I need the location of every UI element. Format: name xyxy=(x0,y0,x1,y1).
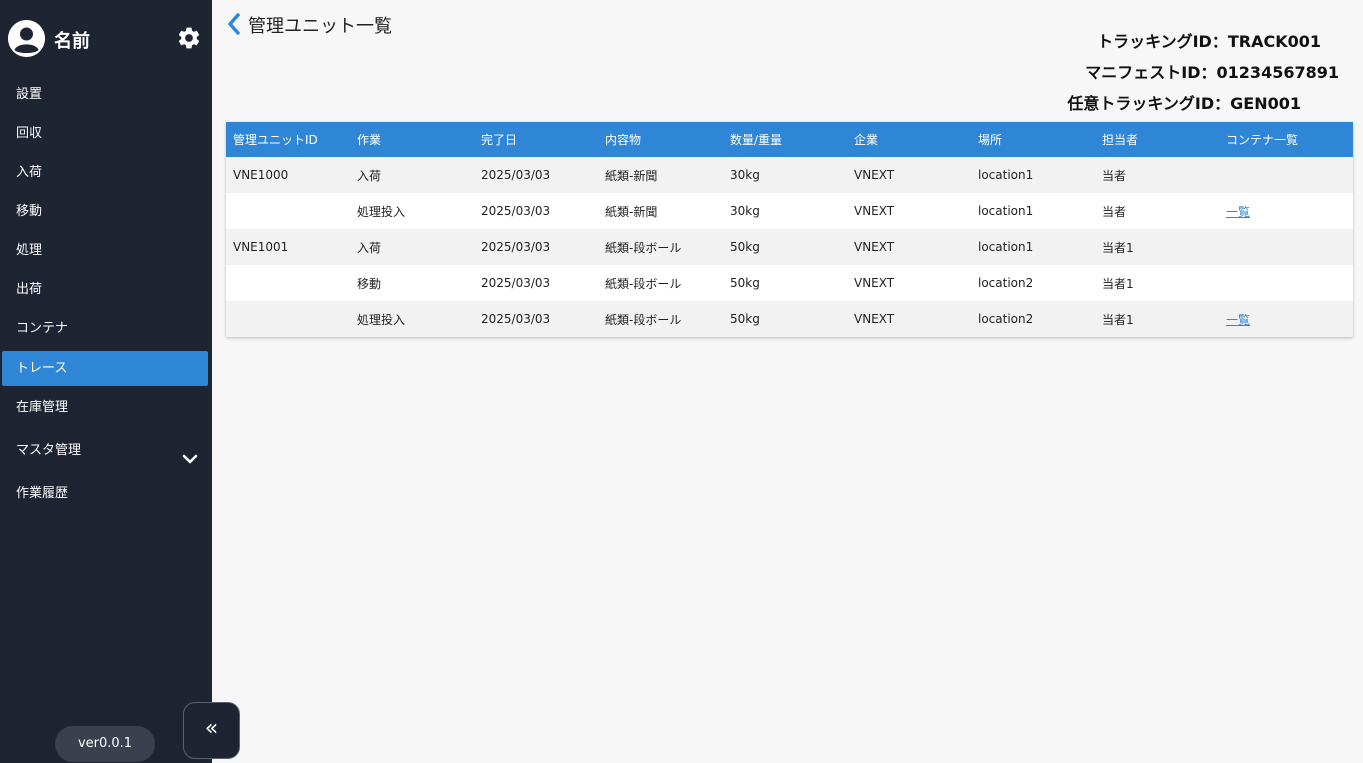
table-cell: VNEXT xyxy=(854,240,895,254)
table-cell: location1 xyxy=(978,168,1034,182)
table-cell: 2025/03/03 xyxy=(481,276,551,290)
sidebar-item-label: 処理 xyxy=(16,243,43,258)
management-unit-table: 管理ユニットID 作業 完了日 内容物 数量/重量 企業 場所 担当者 コンテナ… xyxy=(226,122,1353,337)
table-row: 処理投入 2025/03/03 紙類-新聞 30kg VNEXT locatio… xyxy=(226,193,1353,229)
table-cell: 紙類-新聞 xyxy=(605,204,658,219)
table-cell: VNE1000 xyxy=(233,168,289,182)
table-cell: 処理投入 xyxy=(357,204,406,219)
sidebar-item-label: トレース xyxy=(16,361,68,376)
table-cell: 2025/03/03 xyxy=(481,204,551,218)
column-header: 企業 xyxy=(854,133,879,147)
page-title: 管理ユニット一覧 xyxy=(248,16,392,37)
table-cell: 当者 xyxy=(1102,168,1127,183)
table-cell: 移動 xyxy=(357,276,382,291)
sidebar-item-label: 設置 xyxy=(16,87,43,102)
table-cell xyxy=(1219,157,1353,193)
table-header-row: 管理ユニットID 作業 完了日 内容物 数量/重量 企業 場所 担当者 コンテナ… xyxy=(226,122,1353,157)
column-header: 担当者 xyxy=(1102,133,1139,147)
table-cell: 入荷 xyxy=(357,240,382,255)
sidebar-item-trace[interactable]: トレース xyxy=(2,351,208,386)
table-cell xyxy=(1219,265,1353,301)
sidebar-item-label: 回収 xyxy=(16,126,43,141)
column-header: 数量/重量 xyxy=(730,133,783,147)
table-cell: VNE1001 xyxy=(233,240,289,254)
sidebar-item-transfer[interactable]: 移動 xyxy=(2,194,208,229)
container-list-link[interactable]: 一覧 xyxy=(1226,205,1250,219)
table-cell: 紙類-段ボール xyxy=(605,276,682,291)
sidebar-item-label: 作業履歴 xyxy=(16,486,69,501)
gear-icon[interactable] xyxy=(176,25,202,51)
table-cell: 30kg xyxy=(730,204,760,218)
table-cell: VNEXT xyxy=(854,168,895,182)
column-header: コンテナ一覧 xyxy=(1226,133,1299,147)
table-cell: 処理投入 xyxy=(357,312,406,327)
table-cell: 2025/03/03 xyxy=(481,240,551,254)
table-cell: VNEXT xyxy=(854,276,895,290)
table-row: VNE1001 入荷 2025/03/03 紙類-段ボール 50kg VNEXT… xyxy=(226,229,1353,265)
column-header: 完了日 xyxy=(481,133,518,147)
user-name: 名前 xyxy=(54,31,90,52)
table-cell: 一覧 xyxy=(1219,301,1353,337)
table-cell: VNEXT xyxy=(854,312,895,326)
sidebar-item-label: 移動 xyxy=(16,204,43,219)
sidebar-item-label: マスタ管理 xyxy=(16,443,82,458)
table-cell: 50kg xyxy=(730,312,760,326)
table-cell: 当者1 xyxy=(1102,240,1134,255)
column-header: 作業 xyxy=(357,133,382,147)
table-row: VNE1000 入荷 2025/03/03 紙類-新聞 30kg VNEXT l… xyxy=(226,157,1353,193)
sidebar: 名前 設置 回収 入荷 移動 処理 出荷 コンテナ トレース 在庫管理 マスタ管… xyxy=(0,0,212,763)
table-cell: 当者1 xyxy=(1102,276,1134,291)
sidebar-item-installation[interactable]: 設置 xyxy=(2,77,208,112)
chevron-down-icon[interactable] xyxy=(182,444,198,464)
table-cell: 30kg xyxy=(730,168,760,182)
main-content: 管理ユニット一覧 トラッキングID：TRACK001 マニフェストID：0123… xyxy=(212,0,1363,763)
sidebar-item-processing[interactable]: 処理 xyxy=(2,233,208,268)
user-avatar-icon[interactable] xyxy=(8,20,45,57)
table-cell: 50kg xyxy=(730,276,760,290)
manifest-id: マニフェストID：01234567891 xyxy=(1085,63,1339,82)
table-cell xyxy=(1219,229,1353,265)
table-cell: 2025/03/03 xyxy=(481,168,551,182)
column-header: 内容物 xyxy=(605,133,642,147)
column-header: 場所 xyxy=(978,133,1003,147)
table-cell xyxy=(226,193,350,229)
table-row: 移動 2025/03/03 紙類-段ボール 50kg VNEXT locatio… xyxy=(226,265,1353,301)
sidebar-item-label: 入荷 xyxy=(16,165,43,180)
column-header: 管理ユニットID xyxy=(233,133,318,147)
sidebar-item-work-history[interactable]: 作業履歴 xyxy=(2,476,208,511)
sidebar-item-label: コンテナ xyxy=(16,321,69,336)
table-cell: 当者1 xyxy=(1102,312,1134,327)
table-cell: 一覧 xyxy=(1219,193,1353,229)
table-cell: 2025/03/03 xyxy=(481,312,551,326)
sidebar-item-label: 出荷 xyxy=(16,282,43,297)
sidebar-item-container[interactable]: コンテナ xyxy=(2,311,208,346)
table-cell: location2 xyxy=(978,312,1034,326)
version-badge: ver0.0.1 xyxy=(55,726,155,762)
table-cell xyxy=(226,265,350,301)
table-cell: 紙類-新聞 xyxy=(605,168,658,183)
sidebar-item-master[interactable]: マスタ管理 xyxy=(2,433,208,468)
table-row: 処理投入 2025/03/03 紙類-段ボール 50kg VNEXT locat… xyxy=(226,301,1353,337)
tracking-id: トラッキングID：TRACK001 xyxy=(1097,32,1321,51)
table-cell xyxy=(226,301,350,337)
sidebar-item-shipping[interactable]: 出荷 xyxy=(2,272,208,307)
container-list-link[interactable]: 一覧 xyxy=(1226,313,1250,327)
table-cell: location2 xyxy=(978,276,1034,290)
sidebar-item-label: 在庫管理 xyxy=(16,400,69,415)
table-cell: 当者 xyxy=(1102,204,1127,219)
sidebar-item-inventory[interactable]: 在庫管理 xyxy=(2,390,208,425)
sidebar-item-receiving[interactable]: 入荷 xyxy=(2,155,208,190)
table-cell: 紙類-段ボール xyxy=(605,240,682,255)
table-cell: location1 xyxy=(978,240,1034,254)
table-cell: location1 xyxy=(978,204,1034,218)
optional-tracking-id: 任意トラッキングID：GEN001 xyxy=(1067,94,1301,113)
table-cell: 50kg xyxy=(730,240,760,254)
sidebar-item-collection[interactable]: 回収 xyxy=(2,116,208,151)
table-cell: 紙類-段ボール xyxy=(605,312,682,327)
table-cell: VNEXT xyxy=(854,204,895,218)
chevron-left-icon[interactable] xyxy=(225,13,243,35)
sidebar-header: 名前 xyxy=(8,20,204,58)
table-cell: 入荷 xyxy=(357,168,382,183)
